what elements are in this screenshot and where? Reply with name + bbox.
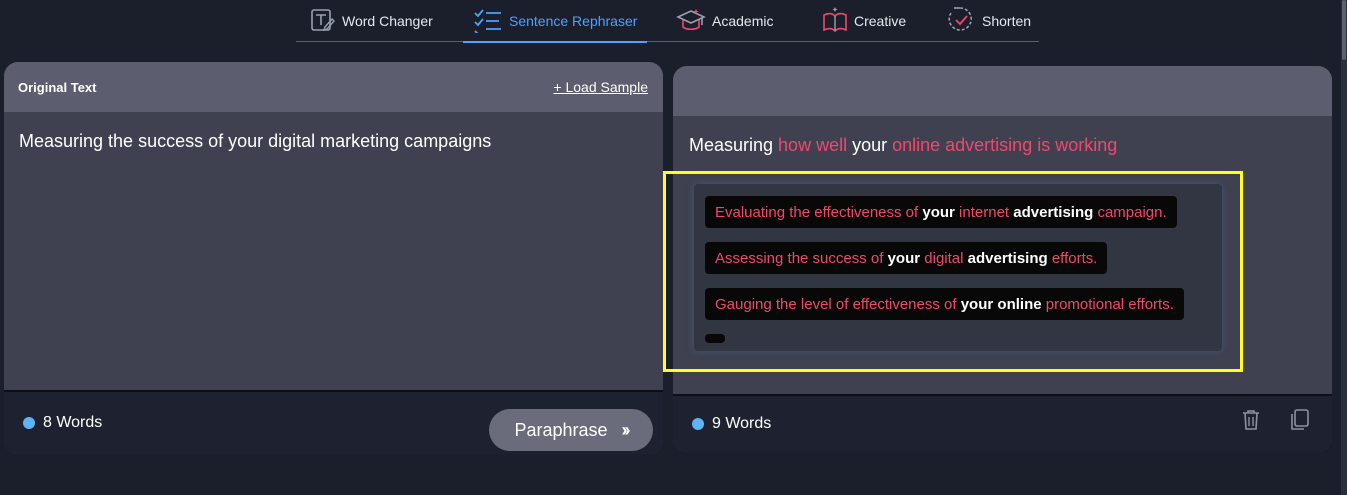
output-panel-header xyxy=(673,66,1332,116)
tab-label: Sentence Rephraser xyxy=(509,13,638,29)
input-word-count: 8 Words xyxy=(43,414,103,431)
tab-label: Creative xyxy=(854,13,907,29)
mode-tabs: Word Changer Sentence Rephraser Academic… xyxy=(296,0,1039,43)
open-book-icon xyxy=(822,6,848,37)
tab-creative[interactable]: Creative xyxy=(822,0,906,42)
double-chevron-right-icon: ›› xyxy=(621,419,631,440)
output-segment: Measuring xyxy=(689,135,779,155)
tab-word-changer[interactable]: Word Changer xyxy=(310,0,433,42)
paraphrased-output: Measuring how well your online advertisi… xyxy=(689,134,1117,156)
output-segment: your xyxy=(847,135,893,155)
input-panel-header: Original Text + Load Sample xyxy=(4,62,663,112)
sentence-rephraser-icon xyxy=(473,7,503,36)
input-panel: Original Text + Load Sample Measuring th… xyxy=(4,62,663,454)
word-count-dot xyxy=(692,418,704,430)
input-panel-title: Original Text xyxy=(18,79,97,95)
suggestion-option[interactable]: Evaluating the effectiveness of your int… xyxy=(705,196,1177,228)
trash-icon[interactable] xyxy=(1240,408,1262,437)
output-word-count: 9 Words xyxy=(712,415,772,432)
empty-suggestion-pill[interactable] xyxy=(705,334,725,343)
suggestion-option[interactable]: Assessing the success of your digital ad… xyxy=(705,242,1108,274)
word-changer-icon xyxy=(310,7,336,36)
tab-label: Word Changer xyxy=(342,13,433,29)
copy-icon[interactable] xyxy=(1289,408,1311,437)
tab-label: Academic xyxy=(712,13,774,29)
output-panel-footer: 9 Words xyxy=(673,394,1332,452)
suggestions-dropdown: Evaluating the effectiveness of your int… xyxy=(694,184,1222,351)
load-sample-link[interactable]: + Load Sample xyxy=(553,79,648,95)
tab-sentence-rephraser[interactable]: Sentence Rephraser xyxy=(463,0,647,43)
original-text-input[interactable]: Measuring the success of your digital ma… xyxy=(19,130,639,152)
output-changed-phrase[interactable]: online advertising is working xyxy=(892,135,1117,155)
cursor-marker xyxy=(690,172,692,174)
input-panel-footer: 8 Words Paraphrase ›› xyxy=(4,390,663,454)
output-panel: Measuring how well your online advertisi… xyxy=(673,66,1332,452)
shorten-icon xyxy=(946,5,976,38)
tab-academic[interactable]: Academic xyxy=(676,0,773,42)
suggestion-option[interactable]: Gauging the level of effectiveness of yo… xyxy=(705,288,1184,320)
page-scrollbar-thumb[interactable] xyxy=(1342,0,1346,60)
tab-label: Shorten xyxy=(982,13,1032,29)
page-scrollbar-track[interactable] xyxy=(1341,0,1347,495)
word-count-dot xyxy=(23,417,35,429)
paraphrase-button[interactable]: Paraphrase ›› xyxy=(489,409,653,451)
paraphrase-label: Paraphrase xyxy=(514,419,608,440)
tab-shorten[interactable]: Shorten xyxy=(946,0,1031,42)
output-changed-phrase[interactable]: how well xyxy=(778,135,847,155)
academic-cap-icon xyxy=(676,6,706,37)
